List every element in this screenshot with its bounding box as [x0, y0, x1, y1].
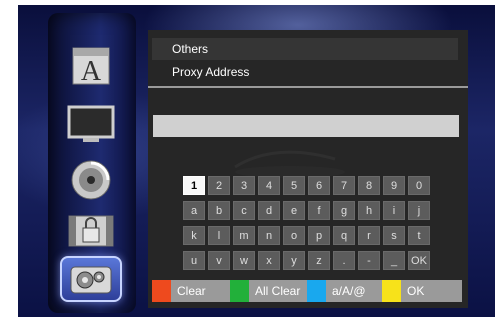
key-r[interactable]: r — [358, 226, 380, 245]
key-9[interactable]: 9 — [383, 176, 405, 195]
menu-row-proxy-address[interactable]: Proxy Address — [152, 61, 458, 83]
key-t[interactable]: t — [408, 226, 430, 245]
key-z[interactable]: z — [308, 251, 330, 270]
key-n[interactable]: n — [258, 226, 280, 245]
settings-gears-icon — [70, 266, 112, 294]
sidebar-item-display[interactable] — [60, 101, 122, 147]
legend-label: All Clear — [255, 284, 301, 298]
legend-ok: OK — [382, 280, 424, 302]
sidebar-item-system[interactable] — [60, 256, 122, 302]
key-w[interactable]: w — [233, 251, 255, 270]
key-dot[interactable]: . — [333, 251, 355, 270]
legend-label: Clear — [177, 284, 206, 298]
key-7[interactable]: 7 — [333, 176, 355, 195]
key-u[interactable]: u — [183, 251, 205, 270]
key-h[interactable]: h — [358, 201, 380, 220]
svg-text:A: A — [81, 56, 102, 86]
menu-row-others[interactable]: Others — [152, 38, 458, 60]
key-hyphen[interactable]: - — [358, 251, 380, 270]
key-m[interactable]: m — [233, 226, 255, 245]
key-x[interactable]: x — [258, 251, 280, 270]
key-ok[interactable]: OK — [408, 251, 430, 270]
key-3[interactable]: 3 — [233, 176, 255, 195]
key-underscore[interactable]: _ — [383, 251, 405, 270]
sidebar-item-language[interactable]: A — [60, 43, 122, 89]
key-1[interactable]: 1 — [183, 176, 205, 195]
key-f[interactable]: f — [308, 201, 330, 220]
sidebar-item-parental[interactable] — [60, 207, 122, 253]
color-button-icon — [382, 280, 401, 302]
key-k[interactable]: k — [183, 226, 205, 245]
key-2[interactable]: 2 — [208, 176, 230, 195]
key-0[interactable]: 0 — [408, 176, 430, 195]
key-s[interactable]: s — [383, 226, 405, 245]
legend-label: a/A/@ — [332, 284, 366, 298]
divider — [148, 86, 468, 88]
color-button-icon — [230, 280, 249, 302]
key-b[interactable]: b — [208, 201, 230, 220]
sidebar-item-audio[interactable] — [60, 157, 122, 203]
key-q[interactable]: q — [333, 226, 355, 245]
key-o[interactable]: o — [283, 226, 305, 245]
color-button-icon — [307, 280, 326, 302]
parental-lock-icon — [68, 215, 114, 247]
color-key-legend: Clear All Clear a/A/@ OK — [152, 280, 462, 302]
screen: A Others Proxy Address 1 2 3 4 5 6 7 8 9… — [18, 5, 495, 317]
color-button-icon — [152, 280, 171, 302]
legend-all-clear: All Clear — [230, 280, 300, 302]
key-l[interactable]: l — [208, 226, 230, 245]
key-e[interactable]: e — [283, 201, 305, 220]
legend-a-a: a/A/@ — [307, 280, 366, 302]
proxy-address-input[interactable] — [153, 115, 459, 137]
settings-sidebar: A — [48, 13, 166, 313]
key-5[interactable]: 5 — [283, 176, 305, 195]
key-p[interactable]: p — [308, 226, 330, 245]
legend-label: OK — [407, 284, 425, 298]
key-g[interactable]: g — [333, 201, 355, 220]
key-4[interactable]: 4 — [258, 176, 280, 195]
key-j[interactable]: j — [408, 201, 430, 220]
key-y[interactable]: y — [283, 251, 305, 270]
tv-screen-icon — [67, 105, 115, 142]
key-d[interactable]: d — [258, 201, 280, 220]
key-i[interactable]: i — [383, 201, 405, 220]
key-a[interactable]: a — [183, 201, 205, 220]
key-6[interactable]: 6 — [308, 176, 330, 195]
font-icon: A — [72, 47, 110, 86]
key-c[interactable]: c — [233, 201, 255, 220]
key-v[interactable]: v — [208, 251, 230, 270]
legend-clear: Clear — [152, 280, 206, 302]
disc-icon — [71, 160, 111, 200]
key-8[interactable]: 8 — [358, 176, 380, 195]
proxy-address-panel: Others Proxy Address 1234567890 abcdefghi… — [148, 30, 468, 308]
